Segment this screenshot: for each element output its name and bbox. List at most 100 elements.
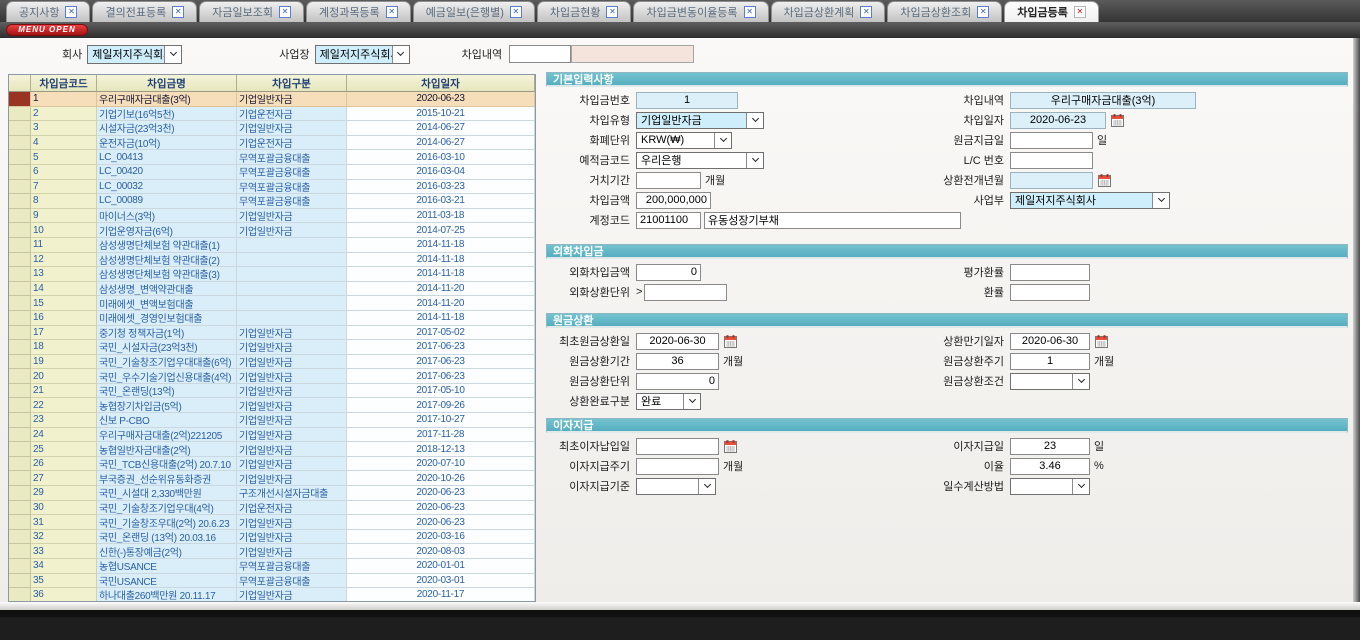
repay-cycle-input[interactable]: 1 [1010,353,1090,370]
table-row[interactable]: 34 농협USANCE 무역포괄금융대출 2020-01-01 [9,559,535,574]
interest-rate-input[interactable]: 3.46 [1010,458,1090,475]
close-icon[interactable]: ✕ [279,6,291,18]
table-row[interactable]: 20 국민_우수기술기업신용대출(4억) 기업일반자금 2017-06-23 [9,369,535,384]
table-row[interactable]: 16 미래에셋_경영인보험대출 2014-11-18 [9,311,535,326]
tab[interactable]: 차입금현황 ✕ [537,1,632,22]
interest-basis-value [637,479,698,494]
company-select[interactable]: 제일저지주식회사 [87,45,182,64]
eval-rate-input[interactable] [1010,264,1090,281]
table-row[interactable]: 13 삼성생명단체보험 약관대출(3) 2014-11-18 [9,267,535,282]
table-row[interactable]: 15 미래에셋_변액보험대출 2014-11-20 [9,296,535,311]
loan-date-field[interactable]: 2020-06-23 [1010,112,1106,129]
close-icon[interactable]: ✕ [172,6,184,18]
repay-unit-input[interactable]: 0 [636,373,719,390]
interest-pay-day-input[interactable]: 23 [1010,438,1090,455]
calendar-icon[interactable] [724,335,737,348]
close-icon[interactable]: ✕ [977,6,989,18]
exchange-rate-input[interactable] [1010,284,1090,301]
table-row[interactable]: 3 시설자금(23억3천) 기업일반자금 2014-06-27 [9,121,535,136]
tab[interactable]: 차입금상환조회 ✕ [887,1,1002,22]
column-header-date[interactable]: 차입일자 [347,75,535,92]
column-header-type[interactable]: 차입구분 [237,75,347,92]
first-repay-date-field[interactable]: 2020-06-30 [636,333,719,350]
interest-cycle-input[interactable] [636,458,719,475]
table-row[interactable]: 26 국민_TCB신용대출(2억) 20.7.10 기업일반자금 2020-07… [9,457,535,472]
maturity-date-field[interactable]: 2020-06-30 [1010,333,1090,350]
calendar-icon[interactable] [1111,114,1124,127]
calendar-icon[interactable] [1095,335,1108,348]
table-row[interactable]: 11 삼성생명단체보험 약관대출(1) 2014-11-18 [9,238,535,253]
table-row[interactable]: 22 농협장기차입금(5억) 기업일반자금 2017-09-26 [9,398,535,413]
table-row[interactable]: 32 국민_온랜딩 (13억) 20.03.16 기업일반자금 2020-03-… [9,530,535,545]
table-row[interactable]: 12 삼성생명단체보험 약관대출(2) 2014-11-18 [9,253,535,268]
loan-no-field[interactable]: 1 [636,92,738,109]
calendar-icon[interactable] [724,440,737,453]
cell-type [237,311,347,326]
tab[interactable]: 계정과목등록 ✕ [306,1,411,22]
division-select[interactable]: 제일저지주식회사 [1010,192,1170,209]
principal-pay-day-input[interactable] [1010,132,1093,149]
complete-status-select[interactable]: 완료 [636,393,701,410]
site-select[interactable]: 제일저지주식회사 [315,45,410,64]
table-row[interactable]: 4 운전자금(10억) 기업운전자금 2014-06-27 [9,136,535,151]
tab[interactable]: 차입금등록 ✕ [1004,1,1099,22]
table-row[interactable]: 10 기업운영자금(6억) 기업일반자금 2014-07-25 [9,223,535,238]
tab[interactable]: 예금일보(은행별) ✕ [413,1,535,22]
deposit-code-select[interactable]: 우리은행 [636,152,764,169]
table-row[interactable]: 18 국민_시설자금(23억3천) 기업일반자금 2017-06-23 [9,340,535,355]
first-interest-date-input[interactable] [636,438,719,455]
loan-detail-field[interactable]: 우리구매자금대출(3억) [1010,92,1196,109]
table-row[interactable]: 2 기업기보(16억5천) 기업운전자금 2015-10-21 [9,107,535,122]
tab[interactable]: 결의전표등록 ✕ [92,1,197,22]
table-row[interactable]: 23 신보 P-CBO 기업일반자금 2017-10-27 [9,413,535,428]
table-row[interactable]: 30 국민_기술창조기업우대(4억) 기업운전자금 2020-06-23 [9,501,535,516]
table-row[interactable]: 35 국민USANCE 무역포괄금융대출 2020-03-01 [9,574,535,589]
table-row[interactable]: 27 부국증권_선순위유동화증권 기업일반자금 2020-10-26 [9,471,535,486]
table-row[interactable]: 9 마이너스(3억) 기업일반자금 2011-03-18 [9,209,535,224]
close-icon[interactable]: ✕ [744,6,756,18]
table-row[interactable]: 8 LC_00089 무역포괄금융대출 2016-03-21 [9,194,535,209]
close-icon[interactable]: ✕ [65,6,77,18]
lc-no-input[interactable] [1010,152,1093,169]
loan-type-select[interactable]: 기업일반자금 [636,112,764,129]
table-row[interactable]: 29 국민_시설대 2,330백만원 구조개선시설자금대출 2020-06-23 [9,486,535,501]
column-header-name[interactable]: 차입금명 [97,75,237,92]
close-icon[interactable]: ✕ [510,6,522,18]
table-row[interactable]: 5 LC_00413 무역포괄금융대출 2016-03-10 [9,150,535,165]
column-header-code[interactable]: 차입금코드 [31,75,97,92]
loan-amount-input[interactable]: 200,000,000 [636,192,711,209]
table-row[interactable]: 31 국민_기술창조우대(2억) 20.6.23 기업일반자금 2020-06-… [9,515,535,530]
close-icon[interactable]: ✕ [860,6,872,18]
close-icon[interactable]: ✕ [606,6,618,18]
tab[interactable]: 자금일보조회 ✕ [199,1,304,22]
close-icon[interactable]: ✕ [386,6,398,18]
currency-select[interactable]: KRW(₩) [636,132,732,149]
table-row[interactable]: 19 국민_기술창조기업우대대출(6억) 기업일반자금 2017-06-23 [9,355,535,370]
menu-open-button[interactable]: MENU OPEN [6,24,88,36]
account-code-input[interactable]: 21001100 [636,212,701,229]
table-row[interactable]: 33 신한(-)통장예금(2억) 기업일반자금 2020-08-03 [9,544,535,559]
day-count-method-select[interactable] [1010,478,1090,495]
table-row[interactable]: 25 농협일반자금대출(2억) 기업일반자금 2018-12-13 [9,442,535,457]
repay-condition-select[interactable] [1010,373,1090,390]
interest-basis-select[interactable] [636,478,716,495]
table-row[interactable]: 1 우리구매자금대출(3억) 기업일반자금 2020-06-23 [9,92,535,107]
tab[interactable]: 차입금변동이율등록 ✕ [633,1,768,22]
close-icon[interactable]: ✕ [1074,6,1086,18]
table-row[interactable]: 36 하나대출260백만원 20.11.17 기업일반자금 2020-11-17 [9,588,535,602]
table-row[interactable]: 7 LC_00032 무역포괄금융대출 2016-03-23 [9,180,535,195]
grace-period-input[interactable] [636,172,701,189]
table-row[interactable]: 6 LC_00420 무역포괄금융대출 2016-03-04 [9,165,535,180]
repay-start-ym-field[interactable] [1010,172,1093,189]
table-row[interactable]: 17 중기청 정책자금(1억) 기업일반자금 2017-05-02 [9,326,535,341]
table-row[interactable]: 14 삼성생명_변액약관대출 2014-11-20 [9,282,535,297]
repay-period-input[interactable]: 36 [636,353,719,370]
tab[interactable]: 차입금상환계획 ✕ [771,1,886,22]
table-row[interactable]: 24 우리구매자금대출(2억)221205 기업일반자금 2017-11-28 [9,428,535,443]
table-row[interactable]: 21 국민_온랜딩(13억) 기업일반자금 2017-05-10 [9,384,535,399]
calendar-icon[interactable] [1098,174,1111,187]
fx-unit-input[interactable] [644,284,727,301]
tab[interactable]: 공지사항 ✕ [6,1,90,22]
fx-amount-input[interactable]: 0 [636,264,701,281]
loan-detail-filter-input[interactable] [509,45,571,63]
